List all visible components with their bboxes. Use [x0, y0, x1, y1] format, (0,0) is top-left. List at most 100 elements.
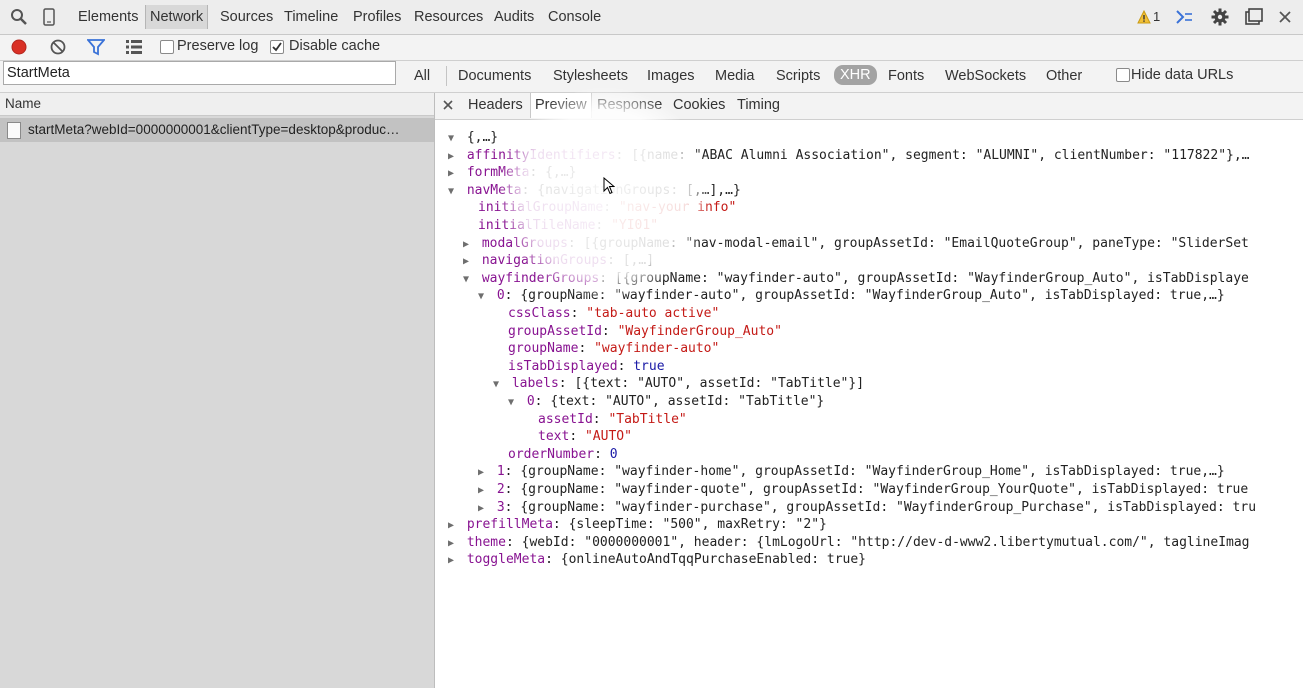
hide-data-urls-checkbox[interactable]: [1116, 68, 1130, 82]
tree-line[interactable]: ▶ formMeta: {,…}: [448, 165, 576, 180]
search-icon[interactable]: [10, 8, 28, 26]
gear-icon[interactable]: [1211, 8, 1229, 26]
large-rows-icon[interactable]: [125, 38, 143, 56]
tree-line[interactable]: ▶ theme: {webId: "0000000001", header: {…: [448, 535, 1250, 550]
tree-value: {,…}: [466, 130, 499, 145]
expanded-triangle-icon[interactable]: ▼: [448, 186, 459, 197]
tree-line[interactable]: ▶ modalGroups: [{groupName: "nav-modal-e…: [463, 236, 1249, 251]
collapsed-triangle-icon[interactable]: ▶: [448, 151, 459, 162]
close-detail-icon[interactable]: [443, 100, 453, 110]
filter-type-images[interactable]: Images: [647, 68, 695, 84]
record-icon[interactable]: [10, 38, 28, 56]
tab-resources[interactable]: Resources: [410, 5, 487, 29]
tree-key: modalGroups: [481, 235, 568, 251]
tab-audits[interactable]: Audits: [490, 5, 538, 29]
expanded-triangle-icon[interactable]: ▼: [508, 397, 519, 408]
clear-icon[interactable]: [49, 38, 67, 56]
tree-key: assetId: [538, 411, 593, 427]
tree-value: {,…}: [545, 165, 577, 181]
collapsed-triangle-icon[interactable]: ▶: [448, 538, 459, 549]
console-drawer-icon[interactable]: [1175, 8, 1193, 26]
preserve-log-label: Preserve log: [177, 38, 259, 54]
tab-cookies[interactable]: Cookies: [673, 97, 725, 113]
tree-value: [{groupName: "wayfinder-auto", groupAsse…: [614, 270, 1249, 286]
filter-type-websockets[interactable]: WebSockets: [945, 68, 1026, 84]
tree-separator: :: [601, 323, 618, 339]
tree-line: groupName: "wayfinder-auto": [508, 341, 719, 356]
tree-line[interactable]: ▼ wayfinderGroups: [{groupName: "wayfind…: [463, 271, 1249, 286]
filter-bar: All Documents Stylesheets Images Media S…: [0, 61, 1303, 93]
mouse-cursor-icon: [603, 177, 615, 195]
tree-key: 0: [526, 394, 535, 409]
filter-type-media[interactable]: Media: [715, 68, 755, 84]
detail-tabbar: Headers Preview Response Cookies Timing: [435, 93, 1303, 120]
collapsed-triangle-icon[interactable]: ▶: [478, 485, 489, 496]
tab-network[interactable]: Network: [145, 5, 209, 29]
collapsed-triangle-icon[interactable]: ▶: [448, 555, 459, 566]
tab-timing[interactable]: Timing: [737, 97, 780, 113]
tree-line: cssClass: "tab-auto active": [508, 306, 719, 321]
tab-sources[interactable]: Sources: [216, 5, 277, 29]
tree-line[interactable]: ▼ {,…}: [448, 130, 498, 145]
filter-icon[interactable]: [87, 38, 105, 56]
tree-line[interactable]: ▶ 1: {groupName: "wayfinder-home", group…: [478, 464, 1225, 479]
filter-type-other[interactable]: Other: [1046, 68, 1082, 84]
tree-line[interactable]: ▼ labels: [{text: "AUTO", assetId: "TabT…: [493, 376, 864, 391]
expanded-triangle-icon[interactable]: ▼: [463, 274, 474, 285]
collapsed-triangle-icon[interactable]: ▶: [478, 503, 489, 514]
expanded-triangle-icon[interactable]: ▼: [493, 379, 504, 390]
disable-cache-checkbox[interactable]: [270, 40, 284, 54]
tree-key: 0: [496, 288, 505, 304]
tab-headers[interactable]: Headers: [468, 97, 523, 113]
filter-type-scripts[interactable]: Scripts: [776, 68, 820, 84]
tree-key: theme: [466, 534, 506, 550]
expanded-triangle-icon[interactable]: ▼: [478, 291, 489, 302]
filter-type-all[interactable]: All: [414, 68, 430, 84]
collapsed-triangle-icon[interactable]: ▶: [463, 256, 474, 267]
collapsed-triangle-icon[interactable]: ▶: [463, 239, 474, 250]
collapsed-triangle-icon[interactable]: ▶: [448, 168, 459, 179]
tab-profiles[interactable]: Profiles: [349, 5, 405, 29]
tab-response[interactable]: Response: [597, 97, 662, 113]
warning-count[interactable]: 1: [1153, 9, 1160, 24]
tree-key: wayfinderGroups: [481, 270, 600, 286]
tab-timeline[interactable]: Timeline: [280, 5, 342, 29]
tree-line[interactable]: ▼ 0: {text: "AUTO", assetId: "TabTitle"}: [508, 394, 824, 409]
tree-key: 2: [496, 482, 505, 497]
collapsed-triangle-icon[interactable]: ▶: [478, 467, 489, 478]
tree-line: groupAssetId: "WayfinderGroup_Auto": [508, 324, 782, 339]
dock-side-icon[interactable]: [1245, 8, 1263, 26]
request-name: startMeta?webId=0000000001&clientType=de…: [28, 122, 400, 137]
tree-line[interactable]: ▶ affinityIdentifiers: [{name: "ABAC Alu…: [448, 148, 1250, 163]
tab-console[interactable]: Console: [544, 5, 605, 29]
name-column-header[interactable]: Name: [0, 93, 434, 116]
request-row[interactable]: startMeta?webId=0000000001&clientType=de…: [0, 118, 434, 142]
filter-type-xhr[interactable]: XHR: [834, 65, 877, 85]
expanded-triangle-icon[interactable]: ▼: [448, 133, 459, 144]
preserve-log-checkbox[interactable]: [160, 40, 174, 54]
close-icon[interactable]: [1278, 10, 1292, 24]
filter-input[interactable]: [3, 61, 396, 85]
collapsed-triangle-icon[interactable]: ▶: [448, 520, 459, 531]
tree-value: {sleepTime: "500", maxRetry: "2"}: [568, 517, 827, 533]
tab-elements[interactable]: Elements: [74, 5, 142, 29]
tree-line[interactable]: ▶ navigationGroups: [,…]: [463, 253, 654, 268]
filter-type-stylesheets[interactable]: Stylesheets: [553, 68, 628, 84]
disable-cache-label: Disable cache: [289, 38, 381, 54]
tree-separator: :: [607, 253, 623, 269]
tree-separator: :: [617, 358, 634, 374]
tree-line[interactable]: ▶ toggleMeta: {onlineAutoAndTqqPurchaseE…: [448, 552, 866, 567]
tree-separator: :: [569, 429, 585, 445]
warning-icon[interactable]: [1137, 10, 1151, 24]
tab-preview[interactable]: Preview: [530, 93, 592, 118]
tree-line[interactable]: ▼ 0: {groupName: "wayfinder-auto", group…: [478, 288, 1225, 303]
tree-line[interactable]: ▶ 3: {groupName: "wayfinder-purchase", g…: [478, 500, 1256, 515]
tree-line[interactable]: ▶ prefillMeta: {sleepTime: "500", maxRet…: [448, 517, 827, 532]
filter-type-fonts[interactable]: Fonts: [888, 68, 924, 84]
tree-line[interactable]: ▼ navMeta: {navigationGroups: [,…],…}: [448, 183, 741, 198]
filter-type-documents[interactable]: Documents: [458, 68, 531, 84]
tree-line[interactable]: ▶ 2: {groupName: "wayfinder-quote", grou…: [478, 482, 1248, 497]
tree-value: {onlineAutoAndTqqPurchaseEnabled: true}: [560, 552, 867, 568]
tree-separator: :: [592, 411, 609, 427]
device-mode-icon[interactable]: [40, 8, 58, 26]
